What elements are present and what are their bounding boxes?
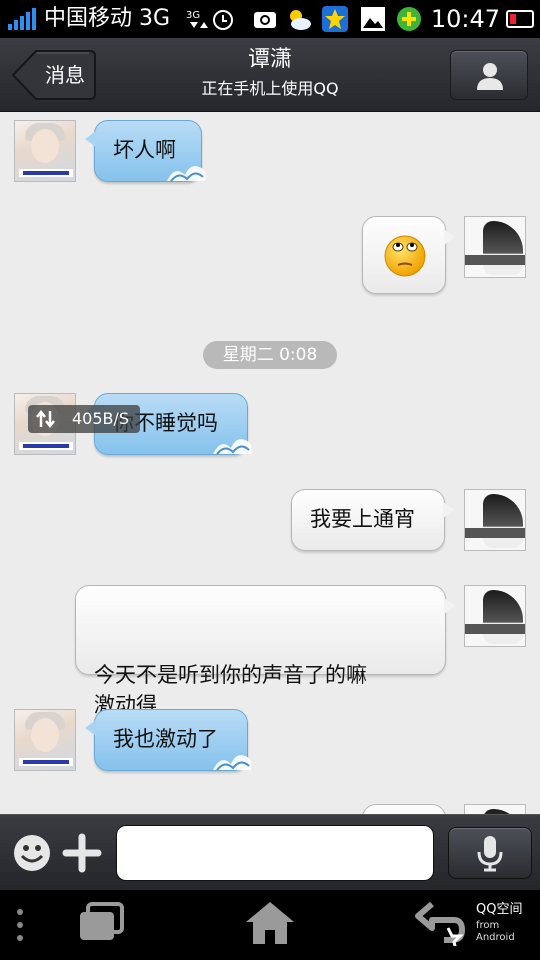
person-icon (477, 63, 503, 90)
my-avatar[interactable] (464, 804, 526, 814)
status-bar: 中国移动 3G 3G 10:47 (0, 0, 540, 38)
transfer-arrows-icon (36, 410, 55, 428)
message-bubble-incoming[interactable]: 我也激动了 (85, 709, 252, 771)
back-button[interactable]: 消息 (12, 50, 96, 100)
my-avatar[interactable] (464, 585, 526, 647)
qq-zone-icon (322, 6, 348, 32)
message-bubble-outgoing[interactable] (362, 804, 446, 814)
plus-icon[interactable] (62, 833, 102, 873)
message-list[interactable]: 坏人啊 星期二 0:08 你不睡觉吗 405B/S 我要上通宵 今天不是听到你的… (0, 112, 540, 814)
home-icon[interactable] (244, 900, 296, 946)
system-nav-bar: QQ空间 from Android (0, 890, 540, 960)
carrier-label: 中国移动 3G (44, 6, 171, 31)
message-bubble-incoming[interactable]: 坏人啊 (85, 120, 206, 182)
wave-decoration-icon (213, 439, 252, 455)
microphone-icon (477, 836, 503, 872)
chat-header: 消息 谭潇 正在手机上使用QQ (0, 38, 540, 112)
network-speed-overlay: 405B/S (28, 405, 140, 433)
qq-zone-sublabel: from Android (476, 920, 515, 943)
contact-name: 谭潇 (247, 47, 292, 72)
message-text: 我要上通宵 (310, 507, 415, 531)
camera-icon (254, 12, 276, 28)
svg-text:3G: 3G (186, 10, 200, 21)
recent-apps-icon[interactable] (78, 902, 126, 942)
contact-status: 正在手机上使用QQ (201, 79, 339, 98)
rolling-eyes-face-icon (384, 235, 426, 277)
weather-icon (290, 10, 311, 30)
my-avatar[interactable] (464, 216, 526, 278)
my-avatar[interactable] (464, 489, 526, 551)
contact-avatar[interactable] (14, 709, 76, 771)
gallery-icon (361, 7, 385, 31)
profile-button[interactable] (450, 50, 528, 100)
message-text: 我也激动了 (113, 727, 218, 751)
wave-decoration-icon (167, 166, 206, 182)
message-input[interactable] (116, 825, 434, 881)
alarm-icon (213, 10, 233, 30)
message-bubble-outgoing[interactable]: 我要上通宵 (291, 489, 454, 551)
data-icon: 3G (186, 10, 208, 28)
smiley-icon[interactable] (12, 833, 52, 873)
network-speed-value: 405B/S (72, 409, 130, 428)
menu-dots-icon[interactable] (10, 908, 30, 942)
contact-avatar[interactable] (14, 120, 76, 182)
message-bubble-outgoing[interactable] (362, 216, 455, 294)
signal-icon (8, 8, 38, 30)
back-button-label: 消息 (45, 63, 85, 87)
shield-plus-icon (397, 7, 421, 31)
message-timestamp: 星期二 0:08 (203, 341, 337, 369)
clock: 10:47 (430, 5, 500, 33)
wave-decoration-icon (213, 755, 252, 771)
battery-icon (506, 10, 534, 28)
composer-bar (0, 814, 540, 890)
voice-button[interactable] (448, 827, 532, 879)
back-nav-icon[interactable] (414, 900, 470, 946)
qq-zone-label: QQ空间 (476, 902, 523, 917)
message-bubble-outgoing[interactable]: 今天不是听到你的声音了的嘛 激动得 (75, 585, 455, 717)
